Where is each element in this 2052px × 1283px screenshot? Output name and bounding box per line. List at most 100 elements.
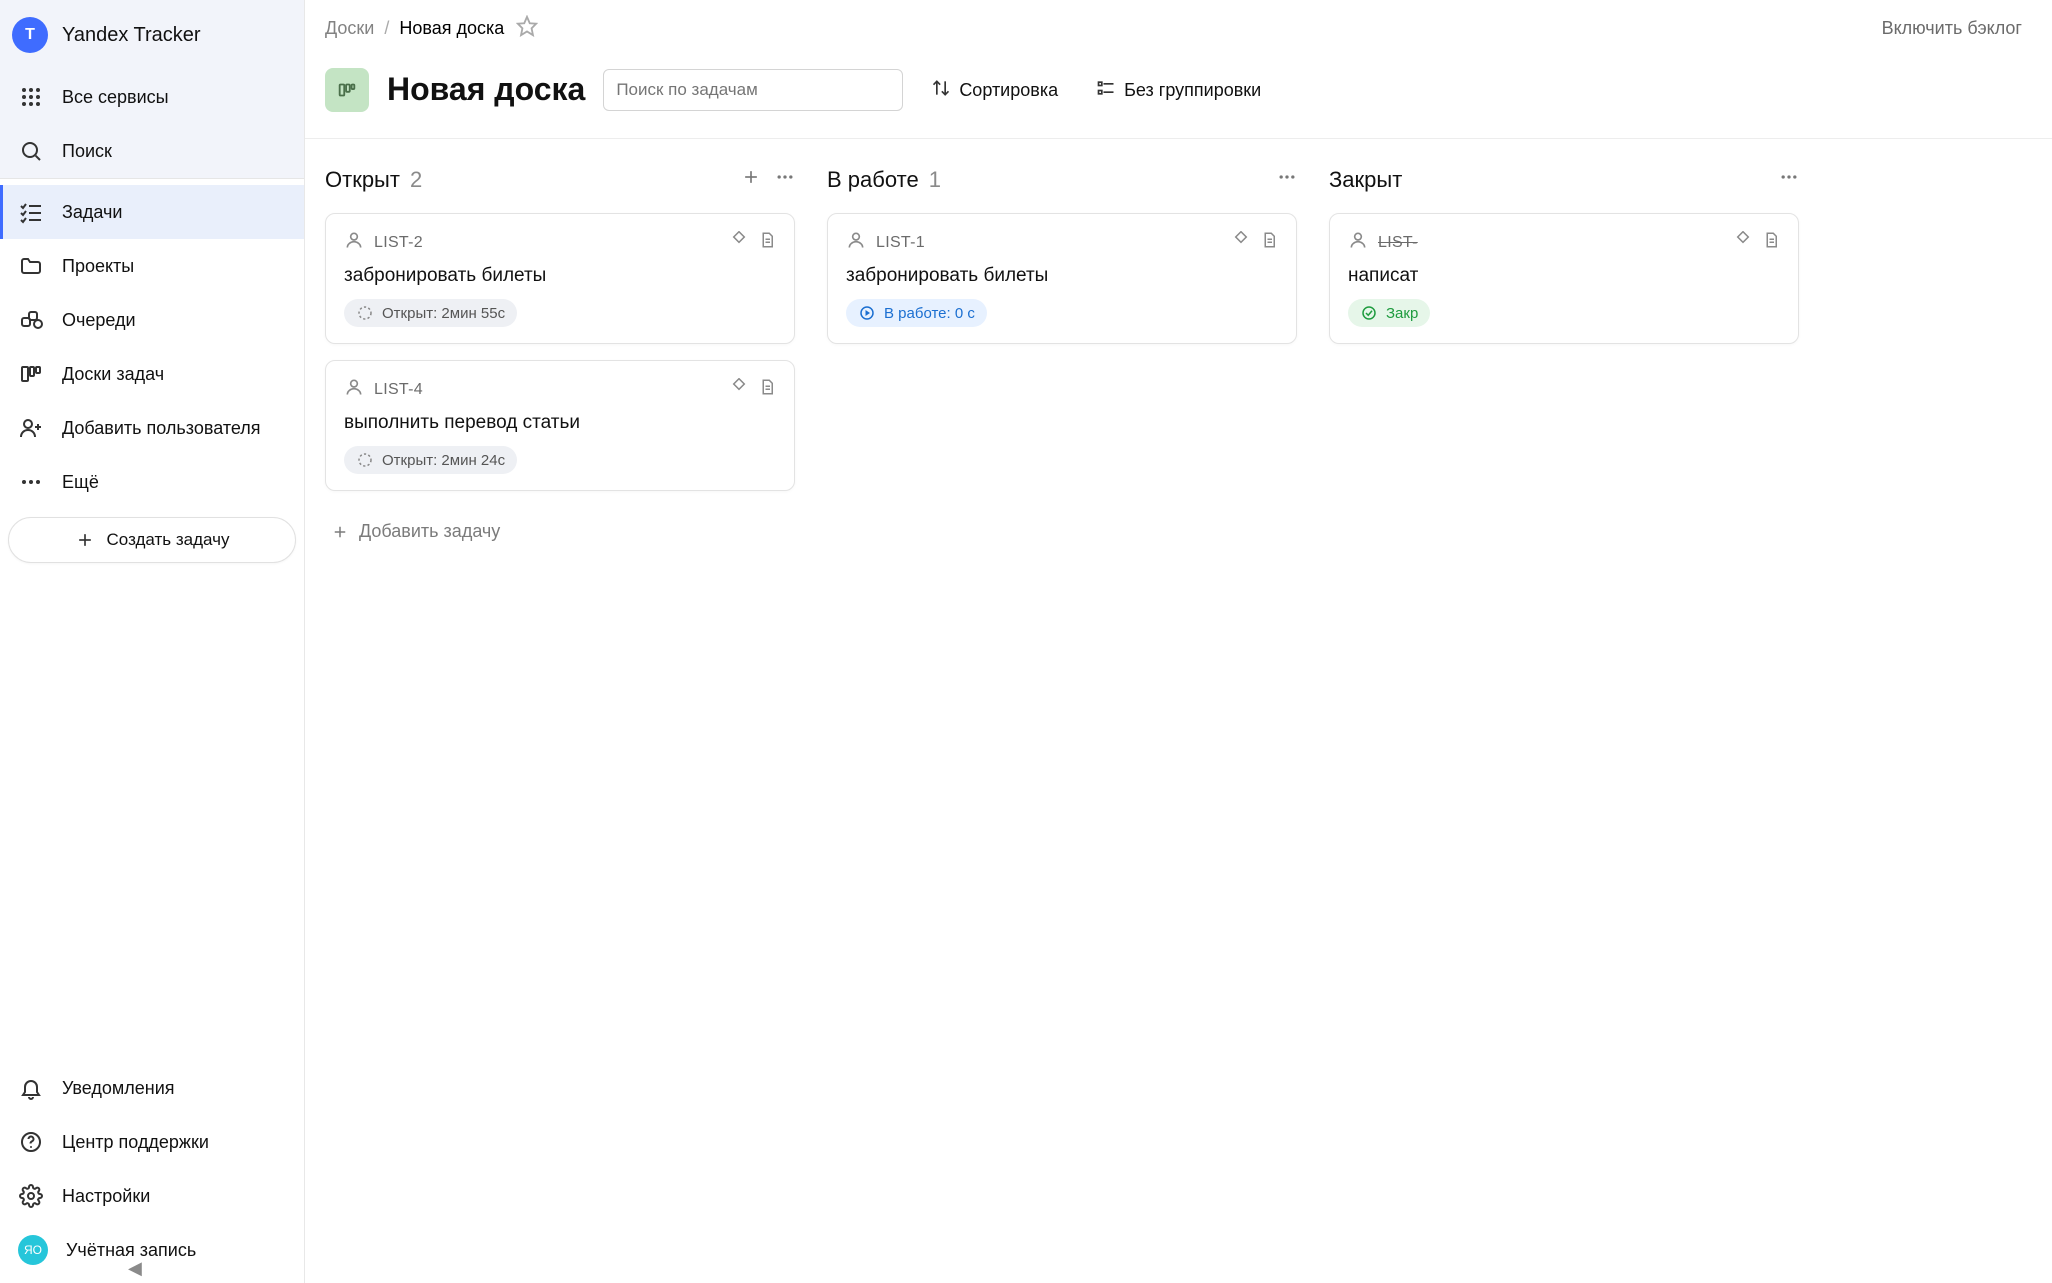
task-title: забронировать билеты [344, 265, 776, 287]
board: Открыт 2 LIST-2 забронировать билеты Открыт:… [325, 167, 2032, 1273]
assignee-icon [344, 230, 364, 255]
sidebar-item-label: Уведомления [62, 1078, 175, 1099]
column-body: LIST-2 забронировать билеты Открыт: 2мин 5… [325, 213, 795, 550]
task-key: LIST-1 [876, 234, 925, 252]
sidebar-item-label: Поиск [62, 141, 112, 162]
description-icon[interactable] [1260, 231, 1278, 254]
sidebar-top: T Yandex Tracker Все сервисы Поиск [0, 0, 304, 179]
sidebar-item-projects[interactable]: Проекты [0, 239, 304, 293]
add-user-icon [18, 415, 44, 441]
task-card[interactable]: LIST-1забронировать билетыВ работе: 0 с [827, 213, 1297, 344]
column-count: 1 [929, 167, 941, 193]
priority-icon[interactable] [1232, 231, 1250, 254]
sidebar-bottom: Уведомления Центр поддержки Настройки ЯО… [0, 1061, 304, 1283]
sidebar-item-all-services[interactable]: Все сервисы [0, 70, 304, 124]
status-icon [858, 304, 876, 322]
sidebar-item-settings[interactable]: Настройки [0, 1169, 304, 1223]
status-chip: Открыт: 2мин 55с [344, 299, 517, 327]
add-task-label: Добавить задачу [359, 521, 500, 542]
column-title: В работе [827, 167, 919, 193]
grid-icon [18, 84, 44, 110]
sidebar-item-tasks[interactable]: Задачи [0, 185, 304, 239]
back-marker-icon: ◀ [128, 1258, 142, 1279]
task-card[interactable]: LIST-4 выполнить перевод статьи Открыт: 2м… [325, 360, 795, 491]
description-icon[interactable] [758, 231, 776, 254]
sidebar: T Yandex Tracker Все сервисы Поиск Задач… [0, 0, 305, 1283]
priority-icon[interactable] [730, 378, 748, 401]
brand-logo-icon: T [12, 17, 48, 53]
task-key: LIST-4 [374, 381, 423, 399]
search-input-wrapper[interactable] [603, 69, 903, 111]
column-menu-button[interactable] [1277, 167, 1297, 193]
sidebar-item-add-user[interactable]: Добавить пользователя [0, 401, 304, 455]
add-card-button[interactable] [741, 167, 761, 193]
sidebar-item-search[interactable]: Поиск [0, 124, 304, 178]
status-text: В работе: 0 с [884, 305, 975, 322]
group-button[interactable]: Без группировки [1086, 72, 1271, 109]
sidebar-item-queues[interactable]: Очереди [0, 293, 304, 347]
favorite-button[interactable] [516, 15, 538, 42]
column-menu-button[interactable] [1779, 167, 1799, 193]
breadcrumb-separator: / [384, 18, 389, 39]
search-input[interactable] [616, 80, 890, 100]
bell-icon [18, 1075, 44, 1101]
status-chip: В работе: 0 с [846, 299, 987, 327]
sidebar-item-label: Центр поддержки [62, 1132, 209, 1153]
breadcrumb-current: Новая доска [399, 18, 504, 39]
breadcrumb-root[interactable]: Доски [325, 18, 374, 39]
sidebar-item-label: Добавить пользователя [62, 418, 261, 439]
task-card[interactable]: LIST-написат Закр [1329, 213, 1799, 344]
sidebar-item-label: Все сервисы [62, 87, 169, 108]
folder-icon [18, 253, 44, 279]
board-badge-icon [325, 68, 369, 112]
column-title: Открыт [325, 167, 400, 193]
task-title: выполнить перевод статьи [344, 412, 776, 434]
plus-icon [75, 530, 95, 550]
help-icon [18, 1129, 44, 1155]
assignee-icon [1348, 230, 1368, 255]
main: Доски / Новая доска Включить бэклог Нова… [305, 0, 2052, 1283]
column-menu-button[interactable] [775, 167, 795, 193]
sidebar-item-account[interactable]: ЯО Учётная запись [0, 1223, 304, 1277]
description-icon[interactable] [758, 378, 776, 401]
add-task-button[interactable]: Добавить задачу [325, 513, 795, 550]
create-task-label: Создать задачу [107, 530, 230, 550]
sidebar-item-more[interactable]: Ещё [0, 455, 304, 509]
sidebar-item-label: Ещё [62, 472, 99, 493]
status-chip: Закр [1348, 299, 1430, 327]
sidebar-item-label: Очереди [62, 310, 136, 331]
priority-icon[interactable] [1734, 231, 1752, 254]
task-key: LIST- [1378, 234, 1418, 252]
board-icon [18, 361, 44, 387]
search-icon [18, 138, 44, 164]
board-title: Новая доска [387, 72, 585, 107]
board-scroll[interactable]: Открыт 2 LIST-2 забронировать билеты Открыт:… [305, 139, 2052, 1283]
sort-button[interactable]: Сортировка [921, 72, 1068, 109]
board-column-closed: Закрыт LIST-написат Закр [1329, 167, 1799, 1273]
create-task-button[interactable]: Создать задачу [8, 517, 296, 563]
priority-icon[interactable] [730, 231, 748, 254]
status-text: Открыт: 2мин 55с [382, 305, 505, 322]
board-column-in_progress: В работе 1 LIST-1забронировать билетыВ раб… [827, 167, 1297, 1273]
task-key: LIST-2 [374, 234, 423, 252]
task-card[interactable]: LIST-2 забронировать билеты Открыт: 2мин 5… [325, 213, 795, 344]
column-header: В работе 1 [827, 167, 1297, 193]
avatar: ЯО [18, 1235, 48, 1265]
sidebar-item-notifications[interactable]: Уведомления [0, 1061, 304, 1115]
status-text: Открыт: 2мин 24с [382, 452, 505, 469]
status-text: Закр [1386, 305, 1418, 322]
description-icon[interactable] [1762, 231, 1780, 254]
sidebar-item-support[interactable]: Центр поддержки [0, 1115, 304, 1169]
sidebar-item-label: Доски задач [62, 364, 164, 385]
group-icon [1096, 78, 1116, 103]
column-header: Открыт 2 [325, 167, 795, 193]
brand-row[interactable]: T Yandex Tracker [0, 0, 304, 70]
status-icon [356, 304, 374, 322]
sidebar-item-boards[interactable]: Доски задач [0, 347, 304, 401]
column-header: Закрыт [1329, 167, 1799, 193]
gear-icon [18, 1183, 44, 1209]
task-title: написат [1348, 265, 1780, 287]
column-count: 2 [410, 167, 422, 193]
column-body: LIST-1забронировать билетыВ работе: 0 с [827, 213, 1297, 344]
enable-backlog-button[interactable]: Включить бэклог [1872, 12, 2032, 45]
